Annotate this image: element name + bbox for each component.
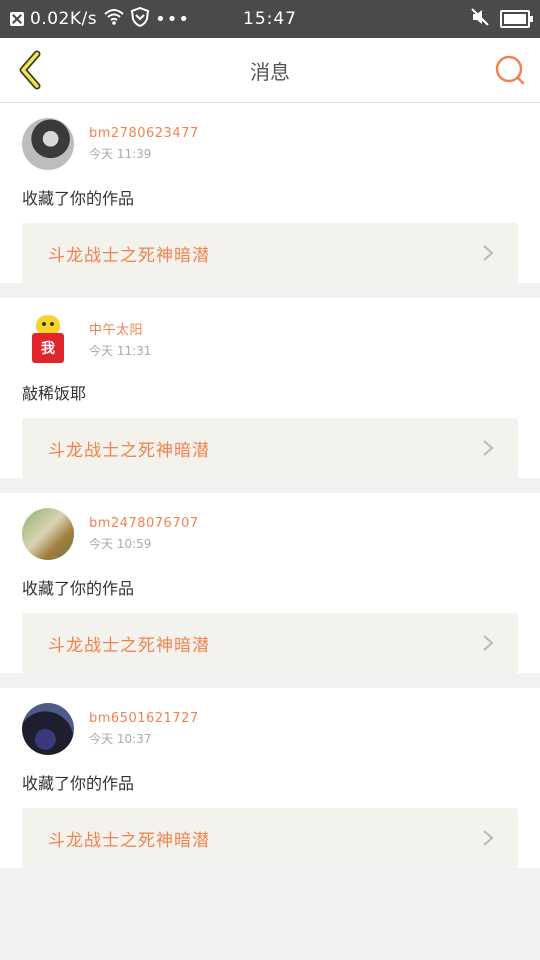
clock: 15:47: [243, 9, 297, 29]
user-meta: bm6501621727 今天 10:37: [89, 711, 199, 747]
chevron-right-icon: [480, 635, 496, 651]
avatar[interactable]: [22, 508, 74, 560]
work-title: 斗龙战士之死神暗潜: [48, 245, 210, 266]
message-card: bm2780623477 今天 11:39 收藏了你的作品 斗龙战士之死神暗潜: [0, 103, 540, 283]
work-link[interactable]: 斗龙战士之死神暗潜: [22, 223, 518, 283]
message-card: 我 中午太阳 今天 11:31 敲稀饭耶 斗龙战士之死神暗潜: [0, 298, 540, 478]
message-text: 收藏了你的作品: [22, 189, 135, 208]
work-title: 斗龙战士之死神暗潜: [48, 440, 210, 461]
status-center: 15:47: [0, 0, 540, 38]
message-list: bm2780623477 今天 11:39 收藏了你的作品 斗龙战士之死神暗潜 …: [0, 103, 540, 883]
app-header: 消息: [0, 38, 540, 103]
message-card: bm6501621727 今天 10:37 收藏了你的作品 斗龙战士之死神暗潜: [0, 688, 540, 868]
avatar[interactable]: [22, 703, 74, 755]
user-meta: 中午太阳 今天 11:31: [89, 319, 151, 359]
username[interactable]: bm6501621727: [89, 711, 199, 726]
status-bar: 0.02K/s ••• 15:47: [0, 0, 540, 38]
user-meta: bm2780623477 今天 11:39: [89, 126, 199, 162]
work-link[interactable]: 斗龙战士之死神暗潜: [22, 808, 518, 868]
username[interactable]: 中午太阳: [89, 319, 151, 338]
work-title: 斗龙战士之死神暗潜: [48, 635, 210, 656]
work-link[interactable]: 斗龙战士之死神暗潜: [22, 418, 518, 478]
timestamp: 今天 11:31: [89, 344, 152, 358]
avatar[interactable]: 我: [22, 313, 74, 365]
status-right: [470, 0, 533, 38]
user-meta: bm2478076707 今天 10:59: [89, 516, 199, 552]
user-row: 我 中午太阳 今天 11:31: [22, 312, 518, 366]
search-button[interactable]: [492, 52, 528, 88]
user-row: bm2780623477 今天 11:39: [22, 117, 518, 171]
avatar[interactable]: [22, 118, 74, 170]
search-icon: [495, 55, 525, 85]
user-row: bm2478076707 今天 10:59: [22, 507, 518, 561]
page-title: 消息: [250, 59, 290, 84]
user-row: bm6501621727 今天 10:37: [22, 702, 518, 756]
timestamp: 今天 10:59: [89, 537, 152, 551]
avatar-text: 我: [32, 333, 64, 363]
timestamp: 今天 11:39: [89, 147, 152, 161]
chevron-right-icon: [480, 245, 496, 261]
chevron-right-icon: [480, 830, 496, 846]
message-text: 收藏了你的作品: [22, 579, 135, 598]
username[interactable]: bm2780623477: [89, 126, 199, 141]
username[interactable]: bm2478076707: [89, 516, 199, 531]
mute-icon: [470, 7, 490, 31]
chevron-right-icon: [480, 440, 496, 456]
message-text: 收藏了你的作品: [22, 774, 135, 793]
battery-icon: [500, 10, 533, 28]
timestamp: 今天 10:37: [89, 732, 152, 746]
message-text: 敲稀饭耶: [22, 384, 87, 403]
work-link[interactable]: 斗龙战士之死神暗潜: [22, 613, 518, 673]
sticker-avatar-icon: 我: [30, 315, 66, 365]
work-title: 斗龙战士之死神暗潜: [48, 830, 210, 851]
message-card: bm2478076707 今天 10:59 收藏了你的作品 斗龙战士之死神暗潜: [0, 493, 540, 673]
